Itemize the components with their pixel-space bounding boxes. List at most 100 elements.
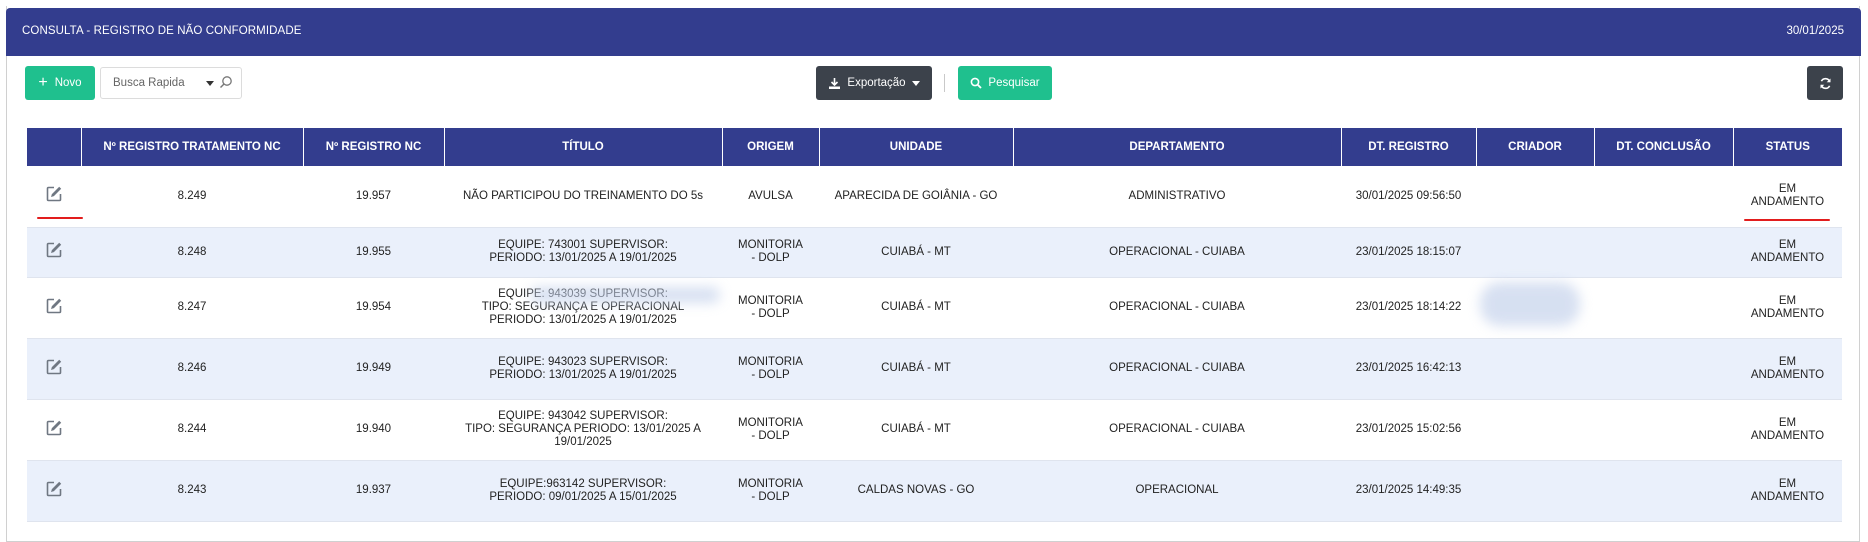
search-icon [971, 77, 983, 89]
toolbar-divider [944, 74, 945, 92]
cell-unidade: CUIABÁ - MT [819, 399, 1013, 461]
cell-departamento: OPERACIONAL [1013, 460, 1341, 522]
chevron-down-icon[interactable] [206, 81, 214, 86]
cell-status-line: ANDAMENTO [1750, 307, 1825, 320]
cell-dt-registro: 30/01/2025 09:56:50 [1341, 166, 1476, 228]
table-header-row: Nº REGISTRO TRATAMENTO NC Nº REGISTRO NC… [27, 128, 1842, 166]
quick-search[interactable] [100, 67, 242, 99]
table-row[interactable]: 8.249 19.957 NÃO PARTICIPOU DO TREINAMENTO… [27, 166, 1842, 228]
cell-unidade: CUIABÁ - MT [819, 338, 1013, 400]
cell-status-line: ANDAMENTO [1750, 252, 1825, 264]
redacted-area [530, 287, 720, 303]
cell-tratamento: 8.248 [81, 227, 303, 278]
cell-dt-conclusao [1594, 166, 1733, 228]
cell-departamento: OPERACIONAL - CUIABA [1013, 338, 1341, 400]
cell-origem-line: MONITORIA [738, 355, 803, 368]
magnifier-icon[interactable] [219, 75, 233, 94]
row-edit-cell [27, 227, 81, 278]
toolbar: + Novo Exportação Pesquisar [0, 66, 1868, 100]
cell-dt-conclusao [1594, 277, 1733, 339]
cell-departamento: OPERACIONAL - CUIABA [1013, 399, 1341, 461]
edit-icon[interactable] [45, 297, 63, 319]
cell-origem-line: - DOLP [751, 307, 790, 320]
cell-titulo-line: EQUIPE: 943023 SUPERVISOR: [498, 355, 668, 368]
cell-titulo-line: 19/01/2025 [554, 436, 612, 448]
refresh-button[interactable] [1807, 66, 1843, 100]
cell-titulo-line: EQUIPE:963142 SUPERVISOR: [499, 477, 667, 490]
col-header-status[interactable]: STATUS [1733, 128, 1842, 166]
cell-dt-registro: 23/01/2025 15:02:56 [1341, 399, 1476, 461]
table-row[interactable]: 8.244 19.940 EQUIPE: 943042 SUPERVISOR: TIP… [27, 399, 1842, 461]
cell-titulo-line: TIPO: SEGURANÇA PERIODO: 13/01/2025 A [465, 423, 701, 435]
search-button-label: Pesquisar [988, 77, 1040, 89]
col-header-dt-conclusao[interactable]: DT. CONCLUSÃO [1594, 128, 1734, 166]
cell-status-line: EM [1778, 355, 1797, 368]
col-header-titulo[interactable]: TÍTULO [444, 128, 723, 166]
cell-status: EM ANDAMENTO [1733, 338, 1842, 400]
refresh-icon [1819, 77, 1831, 89]
cell-status-line: EM [1778, 294, 1797, 307]
cell-registro: 19.955 [303, 227, 444, 278]
cell-status: EM ANDAMENTO [1733, 166, 1842, 228]
col-header-departamento[interactable]: DEPARTAMENTO [1013, 128, 1342, 166]
table-row[interactable]: 8.246 19.949 EQUIPE: 943023 SUPERVISOR: PER… [27, 338, 1842, 400]
cell-registro: 19.957 [303, 166, 444, 228]
cell-origem-line: - DOLP [751, 368, 790, 381]
cell-departamento: OPERACIONAL - CUIABA [1013, 227, 1341, 278]
edit-icon[interactable] [45, 358, 63, 380]
cell-titulo-line: NÃO PARTICIPOU DO TREINAMENTO DO 5s [462, 189, 704, 202]
cell-origem-line: MONITORIA [738, 239, 803, 251]
edit-icon[interactable] [45, 419, 63, 441]
cell-titulo: EQUIPE: 943023 SUPERVISOR: PERIODO: 13/01… [444, 338, 722, 400]
cell-origem: MONITORIA - DOLP [722, 277, 819, 339]
cell-dt-conclusao [1594, 338, 1733, 400]
cell-titulo-line: PERIODO: 09/01/2025 A 15/01/2025 [489, 490, 677, 503]
cell-origem: MONITORIA - DOLP [722, 399, 819, 461]
row-edit-cell [27, 399, 81, 461]
cell-titulo: EQUIPE: 743001 SUPERVISOR: PERIODO: 13/01… [444, 227, 722, 278]
download-icon [829, 77, 841, 89]
cell-origem: MONITORIA - DOLP [722, 227, 819, 278]
cell-origem-line: MONITORIA [738, 477, 803, 490]
col-header-criador[interactable]: CRIADOR [1476, 128, 1595, 166]
cell-criador [1476, 460, 1594, 522]
table-row[interactable]: 8.243 19.937 EQUIPE:963142 SUPERVISOR: PERI… [27, 460, 1842, 522]
table-row[interactable]: 8.248 19.955 EQUIPE: 743001 SUPERVISOR: PER… [27, 227, 1842, 278]
search-button[interactable]: Pesquisar [958, 66, 1052, 100]
col-header-registro[interactable]: Nº REGISTRO NC [303, 128, 445, 166]
new-button-label: Novo [54, 77, 82, 89]
cell-criador [1476, 227, 1594, 278]
cell-titulo-line: PERIODO: 13/01/2025 A 19/01/2025 [489, 252, 677, 264]
col-header-origem[interactable]: ORIGEM [722, 128, 820, 166]
col-header-dt-registro[interactable]: DT. REGISTRO [1341, 128, 1477, 166]
edit-icon[interactable] [45, 480, 63, 502]
annotation-underline-status [1744, 219, 1830, 221]
col-header-tratamento[interactable]: Nº REGISTRO TRATAMENTO NC [81, 128, 304, 166]
cell-registro: 19.937 [303, 460, 444, 522]
cell-titulo-line: EQUIPE: 743001 SUPERVISOR: [498, 239, 668, 251]
cell-status-line: ANDAMENTO [1750, 368, 1825, 381]
cell-status-line: EM [1778, 239, 1797, 251]
col-header-actions [27, 128, 82, 166]
cell-origem-line: AVULSA [748, 189, 793, 202]
export-button[interactable]: Exportação [816, 66, 932, 100]
cell-status-line: ANDAMENTO [1750, 490, 1825, 503]
export-button-label: Exportação [847, 77, 906, 89]
new-button[interactable]: + Novo [25, 66, 95, 100]
edit-icon[interactable] [45, 241, 63, 263]
row-edit-cell [27, 277, 81, 339]
cell-dt-registro: 23/01/2025 18:15:07 [1341, 227, 1476, 278]
cell-tratamento: 8.249 [81, 166, 303, 228]
cell-status-line: EM [1778, 477, 1797, 490]
cell-titulo-line: PERIODO: 13/01/2025 A 19/01/2025 [489, 314, 677, 326]
cell-titulo: NÃO PARTICIPOU DO TREINAMENTO DO 5s [444, 166, 722, 228]
chevron-down-icon [911, 80, 920, 86]
cell-dt-registro: 23/01/2025 14:49:35 [1341, 460, 1476, 522]
cell-unidade: CALDAS NOVAS - GO [819, 460, 1013, 522]
edit-icon[interactable] [45, 185, 63, 207]
col-header-unidade[interactable]: UNIDADE [819, 128, 1014, 166]
cell-registro: 19.954 [303, 277, 444, 339]
plus-icon: + [38, 73, 48, 91]
cell-tratamento: 8.243 [81, 460, 303, 522]
quick-search-input[interactable] [101, 68, 201, 98]
